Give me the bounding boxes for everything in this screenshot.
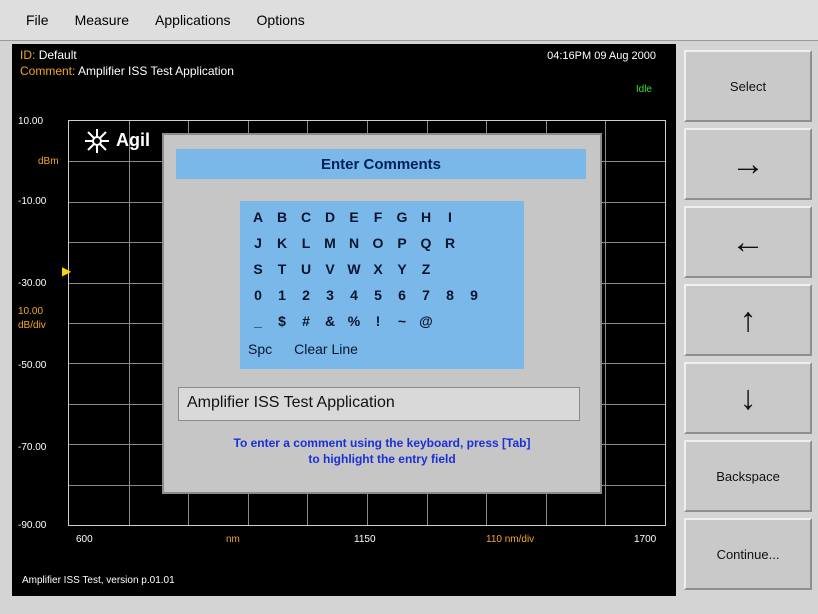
key[interactable]: 4 — [344, 287, 364, 303]
menu-applications[interactable]: Applications — [155, 12, 231, 28]
select-button[interactable]: Select — [684, 50, 812, 122]
menu-file[interactable]: File — [26, 12, 49, 28]
key[interactable]: 2 — [296, 287, 316, 303]
backspace-button[interactable]: Backspace — [684, 440, 812, 512]
menu-options[interactable]: Options — [257, 12, 305, 28]
y-tick: -70.00 — [18, 442, 47, 453]
key[interactable]: 9 — [464, 287, 484, 303]
keyboard-row-4: 0 1 2 3 4 5 6 7 8 9 — [248, 287, 488, 303]
menu-measure[interactable]: Measure — [75, 12, 129, 28]
hint-line-1: To enter a comment using the keyboard, p… — [233, 436, 531, 450]
reference-marker-icon: ▶ — [62, 264, 72, 278]
id-line: ID: Default — [20, 48, 77, 62]
key[interactable]: O — [368, 235, 388, 251]
comment-label: Comment: — [20, 64, 76, 78]
keyboard-row-1: A B C D E F G H I — [248, 209, 464, 225]
key[interactable]: @ — [416, 313, 436, 329]
comment-line: Comment: Amplifier ISS Test Application — [20, 64, 234, 78]
y-unit: dBm — [38, 156, 59, 167]
dialog-hint: To enter a comment using the keyboard, p… — [176, 435, 588, 467]
agilent-spark-icon — [85, 129, 109, 153]
key[interactable]: C — [296, 209, 316, 225]
key[interactable]: _ — [248, 313, 268, 329]
key[interactable]: P — [392, 235, 412, 251]
y-scale-unit: dB/div — [18, 320, 46, 331]
keyboard-row-5: _ $ # & % ! ~ @ — [248, 313, 440, 329]
key[interactable]: 7 — [416, 287, 436, 303]
key[interactable]: # — [296, 313, 316, 329]
id-label: ID: — [20, 48, 36, 62]
key[interactable]: W — [344, 261, 364, 277]
key[interactable]: R — [440, 235, 460, 251]
down-arrow-button[interactable]: ↓ — [684, 362, 812, 434]
key[interactable]: K — [272, 235, 292, 251]
right-arrow-button[interactable]: → — [684, 128, 812, 200]
up-arrow-button[interactable]: ↑ — [684, 284, 812, 356]
y-tick: -30.00 — [18, 278, 47, 289]
keyboard-row-3: S T U V W X Y Z — [248, 261, 440, 277]
comment-value: Amplifier ISS Test Application — [78, 64, 234, 78]
on-screen-keyboard: A B C D E F G H I J K L M N O P Q R S T … — [240, 201, 524, 369]
y-tick: -50.00 — [18, 360, 47, 371]
x-unit: nm — [226, 534, 240, 545]
key[interactable]: 8 — [440, 287, 460, 303]
key[interactable]: V — [320, 261, 340, 277]
key[interactable]: $ — [272, 313, 292, 329]
continue-button[interactable]: Continue... — [684, 518, 812, 590]
key[interactable]: I — [440, 209, 460, 225]
id-value: Default — [38, 48, 77, 62]
key[interactable]: G — [392, 209, 412, 225]
key[interactable]: ! — [368, 313, 388, 329]
clear-line-key[interactable]: Clear Line — [294, 341, 358, 357]
key[interactable]: 3 — [320, 287, 340, 303]
menu-bar: File Measure Applications Options — [0, 0, 818, 41]
key[interactable]: M — [320, 235, 340, 251]
key[interactable]: L — [296, 235, 316, 251]
key[interactable]: 1 — [272, 287, 292, 303]
key[interactable]: B — [272, 209, 292, 225]
key[interactable]: 0 — [248, 287, 268, 303]
key[interactable]: T — [272, 261, 292, 277]
key[interactable]: H — [416, 209, 436, 225]
key[interactable]: 5 — [368, 287, 388, 303]
x-start: 600 — [76, 534, 93, 545]
x-stop: 1700 — [634, 534, 657, 545]
datetime: 04:16PM 09 Aug 2000 — [547, 50, 656, 62]
keyboard-row-6: Spc Clear Line — [248, 341, 380, 357]
dialog-title: Enter Comments — [176, 149, 586, 179]
key[interactable]: F — [368, 209, 388, 225]
key[interactable]: X — [368, 261, 388, 277]
hint-line-2: to highlight the entry field — [308, 452, 456, 466]
y-tick: 10.00 — [18, 116, 44, 127]
key[interactable]: J — [248, 235, 268, 251]
y-tick: -10.00 — [18, 196, 47, 207]
key[interactable]: ~ — [392, 313, 412, 329]
key[interactable]: 6 — [392, 287, 412, 303]
status-indicator: Idle — [635, 84, 652, 95]
key[interactable]: S — [248, 261, 268, 277]
key[interactable]: Y — [392, 261, 412, 277]
key[interactable]: D — [320, 209, 340, 225]
x-center: 1150 — [354, 534, 376, 545]
key[interactable]: % — [344, 313, 364, 329]
y-scale-value: 10.00 — [18, 306, 44, 317]
key[interactable]: Z — [416, 261, 436, 277]
keyboard-row-2: J K L M N O P Q R — [248, 235, 464, 251]
key[interactable]: U — [296, 261, 316, 277]
key[interactable]: & — [320, 313, 340, 329]
key[interactable]: A — [248, 209, 268, 225]
space-key[interactable]: Spc — [248, 341, 272, 357]
logo-text: Agil — [116, 130, 150, 150]
key[interactable]: Q — [416, 235, 436, 251]
key[interactable]: N — [344, 235, 364, 251]
comment-entry-field[interactable]: Amplifier ISS Test Application — [178, 387, 580, 421]
enter-comments-dialog: Enter Comments A B C D E F G H I J K L M… — [162, 133, 602, 494]
left-arrow-button[interactable]: ← — [684, 206, 812, 278]
y-tick: -90.00 — [18, 520, 47, 531]
version-text: Amplifier ISS Test, version p.01.01 — [22, 575, 175, 586]
key[interactable]: E — [344, 209, 364, 225]
x-per-div: 110 nm/div — [486, 534, 535, 545]
